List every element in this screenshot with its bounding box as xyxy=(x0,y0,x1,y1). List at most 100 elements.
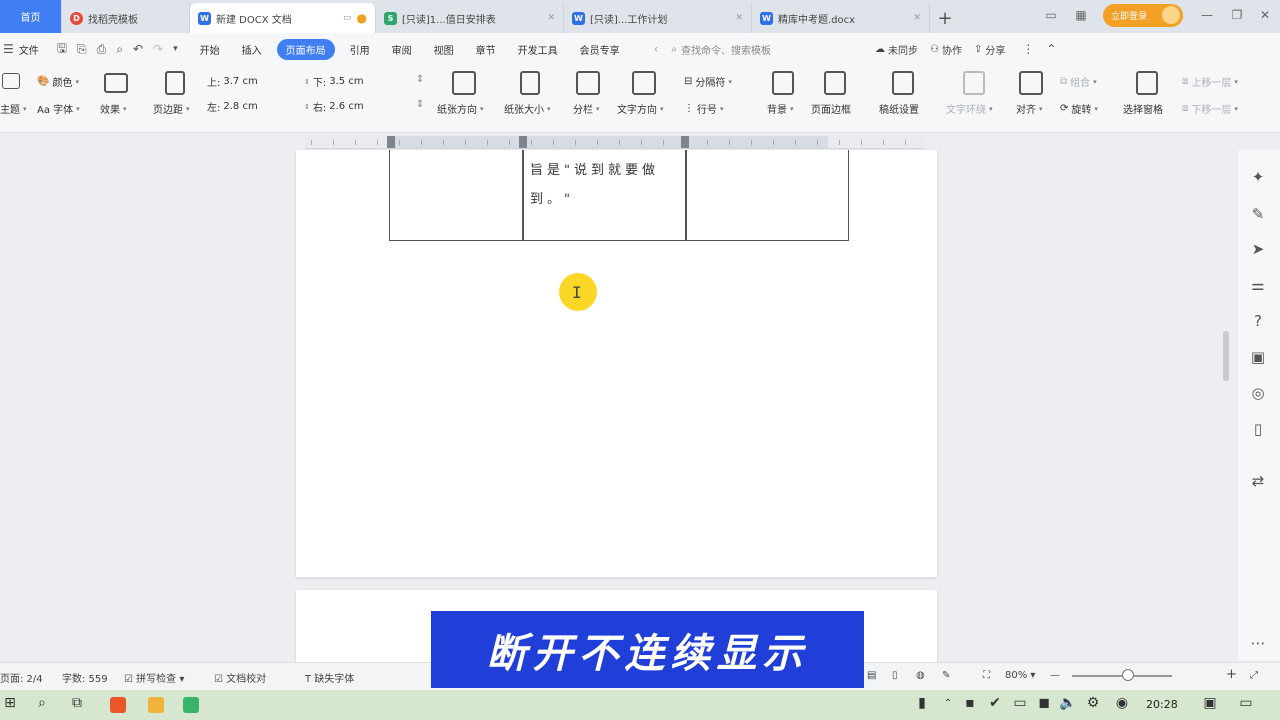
new-tab-button[interactable]: + xyxy=(930,3,960,33)
ruler-column-marker[interactable] xyxy=(519,136,527,148)
grid-paper-button[interactable]: 稿纸设置 xyxy=(879,101,919,116)
effect-icon[interactable] xyxy=(104,73,128,93)
tray-expand-icon[interactable]: ⌃ xyxy=(938,698,958,709)
file-explorer-icon[interactable] xyxy=(148,697,164,713)
selection-pane-icon[interactable] xyxy=(1136,71,1158,95)
tray-green-icon[interactable]: ✔ xyxy=(985,695,1005,711)
document-page[interactable]: 旨是"说到就要做到。" xyxy=(296,150,937,577)
tab-exam-questions[interactable]: W 精库中考题.docx ✕ xyxy=(752,3,930,33)
more-menu-icon[interactable]: ⋮ xyxy=(1017,42,1039,56)
page-border-icon[interactable] xyxy=(824,71,846,95)
background-icon[interactable] xyxy=(772,71,794,95)
undo-icon[interactable]: ↶ xyxy=(128,42,148,56)
quick-access-dropdown-icon[interactable]: ▾ xyxy=(168,44,183,54)
translate-icon[interactable]: ⇄ xyxy=(1248,472,1268,490)
preview-icon[interactable]: ⌕ xyxy=(111,42,128,57)
align-button[interactable]: 对齐 ▾ xyxy=(1016,101,1043,117)
sync-status[interactable]: ☁ 未同步 xyxy=(875,42,918,57)
minimize-icon[interactable]: — xyxy=(1196,5,1218,25)
orientation-icon[interactable] xyxy=(452,71,476,95)
collab-button[interactable]: ⚇ 协作 xyxy=(930,42,962,57)
margin-top[interactable]: 上: 3.7 cm xyxy=(207,74,258,89)
paper-size-icon[interactable] xyxy=(520,71,540,95)
reading-view-icon[interactable]: ▯ xyxy=(892,670,898,681)
tab-close-icon[interactable]: ✕ xyxy=(735,13,743,23)
theme-button[interactable]: 主题 ▾ xyxy=(0,101,27,117)
proofread-button[interactable]: ☑ 文档校对 xyxy=(214,670,266,685)
rotate-button[interactable]: ⟳ 旋转 ▾ xyxy=(1060,101,1098,116)
orientation-button[interactable]: 纸张方向 ▾ xyxy=(437,101,484,117)
page-indicator[interactable]: 页面: 2/4 xyxy=(0,670,43,685)
tab-docer-templates[interactable]: D 找稻壳模板 xyxy=(62,3,190,33)
task-view-icon[interactable]: ⧉ xyxy=(67,695,87,711)
zoom-in-button[interactable]: + xyxy=(1226,667,1237,682)
settings-sliders-icon[interactable]: ⚌ xyxy=(1248,276,1268,294)
scroll-left-icon[interactable]: ‹ xyxy=(649,42,664,56)
selection-pane-button[interactable]: 选择窗格 xyxy=(1123,101,1163,116)
fullscreen-icon[interactable]: ⤢ xyxy=(1250,670,1258,681)
ruler-indent-marker[interactable] xyxy=(387,136,395,148)
export-icon[interactable]: ⎘ xyxy=(72,42,92,57)
vertical-scrollbar[interactable] xyxy=(1221,136,1231,651)
help-icon[interactable]: ? xyxy=(1248,312,1268,330)
menu-member[interactable]: 会员专享 xyxy=(573,42,627,57)
login-button[interactable]: 立即登录 xyxy=(1103,4,1183,27)
menu-file[interactable]: 文件 xyxy=(19,42,46,57)
tab-new-docx[interactable]: W 新建 DOCX 文档 ▭ ● xyxy=(190,3,376,33)
image-icon[interactable]: ▣ xyxy=(1248,348,1268,366)
table-cell-text[interactable]: 旨是"说到就要做到。" xyxy=(530,156,680,214)
menu-section[interactable]: 章节 xyxy=(469,42,503,57)
columns-button[interactable]: 分栏 ▾ xyxy=(573,101,600,117)
share-button[interactable]: ⇪ 分享 xyxy=(974,42,1005,57)
font-button[interactable]: Aa 字体 ▾ xyxy=(37,101,80,117)
restore-icon[interactable]: ❐ xyxy=(1226,5,1248,25)
tray-settings-icon[interactable]: ⚙ xyxy=(1083,695,1103,711)
menu-reference[interactable]: 引用 xyxy=(343,42,377,57)
menu-insert[interactable]: 插入 xyxy=(235,42,269,57)
apps-grid-icon[interactable]: ▦ xyxy=(1070,5,1092,25)
taskbar-clock[interactable]: 20:28 xyxy=(1146,698,1178,711)
margins-icon[interactable] xyxy=(165,71,185,95)
tab-close-icon[interactable]: ✕ xyxy=(547,13,555,23)
style-icon[interactable]: ✦ xyxy=(1248,168,1268,186)
close-window-icon[interactable]: ✕ xyxy=(1254,5,1276,25)
tab-close-icon[interactable]: ✕ xyxy=(913,13,921,23)
background-button[interactable]: 背景 ▾ xyxy=(767,101,794,117)
zoom-out-button[interactable]: — xyxy=(1050,670,1060,681)
grid-paper-icon[interactable] xyxy=(892,71,914,95)
app-green-icon[interactable] xyxy=(183,697,199,713)
document-table[interactable]: 旨是"说到就要做到。" xyxy=(389,150,849,241)
command-search[interactable]: ⌕ 查找命令、搜索模板 xyxy=(671,42,771,57)
menu-page-layout[interactable]: 页面布局 xyxy=(276,38,335,60)
margin-bottom[interactable]: ⇕ 下: 3.5 cm xyxy=(304,74,364,89)
wps-app-icon[interactable] xyxy=(110,697,126,713)
layout-icon[interactable]: ▭ xyxy=(1040,5,1062,25)
tab-duty-schedule[interactable]: S [只读]1...值日安排表 ✕ xyxy=(376,3,564,33)
print-icon[interactable]: ⎙ xyxy=(92,42,112,57)
paper-size-button[interactable]: 纸张大小 ▾ xyxy=(504,101,551,117)
tab-monitor-icon[interactable]: ▭ xyxy=(343,13,352,23)
network-icon[interactable]: ▭ xyxy=(1010,695,1030,711)
theme-icon[interactable] xyxy=(2,73,20,89)
line-number-button[interactable]: ⋮ 行号 ▾ xyxy=(684,101,724,116)
tray-app-icon[interactable]: ▪ xyxy=(960,695,980,711)
margin-spinner-icon[interactable]: ⇕ xyxy=(416,74,424,85)
book-icon[interactable]: ▯ xyxy=(1248,420,1268,438)
notification-count-icon[interactable]: ▣ xyxy=(1200,695,1220,711)
fit-page-icon[interactable]: ⛶ xyxy=(983,670,990,681)
columns-icon[interactable] xyxy=(576,71,600,95)
color-button[interactable]: 🎨 颜色 ▾ xyxy=(37,74,79,89)
redo-icon[interactable]: ↷ xyxy=(148,42,168,56)
tab-home[interactable]: 首页 xyxy=(0,0,62,33)
margins-button[interactable]: 页边距 ▾ xyxy=(153,101,190,117)
web-view-icon[interactable]: ◍ xyxy=(916,670,925,681)
pointer-icon[interactable]: ➤ xyxy=(1248,240,1268,258)
menu-view[interactable]: 视图 xyxy=(427,42,461,57)
text-direction-button[interactable]: 文字方向 ▾ xyxy=(617,101,664,117)
volume-icon[interactable]: 🔈 xyxy=(1058,695,1078,711)
windows-start-icon[interactable]: ⊞ xyxy=(0,695,20,711)
page-border-button[interactable]: 页面边框 xyxy=(811,101,851,116)
action-center-icon[interactable]: ▭ xyxy=(1236,695,1256,711)
margin-left[interactable]: 左: 2.8 cm xyxy=(207,99,258,114)
tray-status-icon[interactable]: ◼ xyxy=(1034,695,1054,711)
